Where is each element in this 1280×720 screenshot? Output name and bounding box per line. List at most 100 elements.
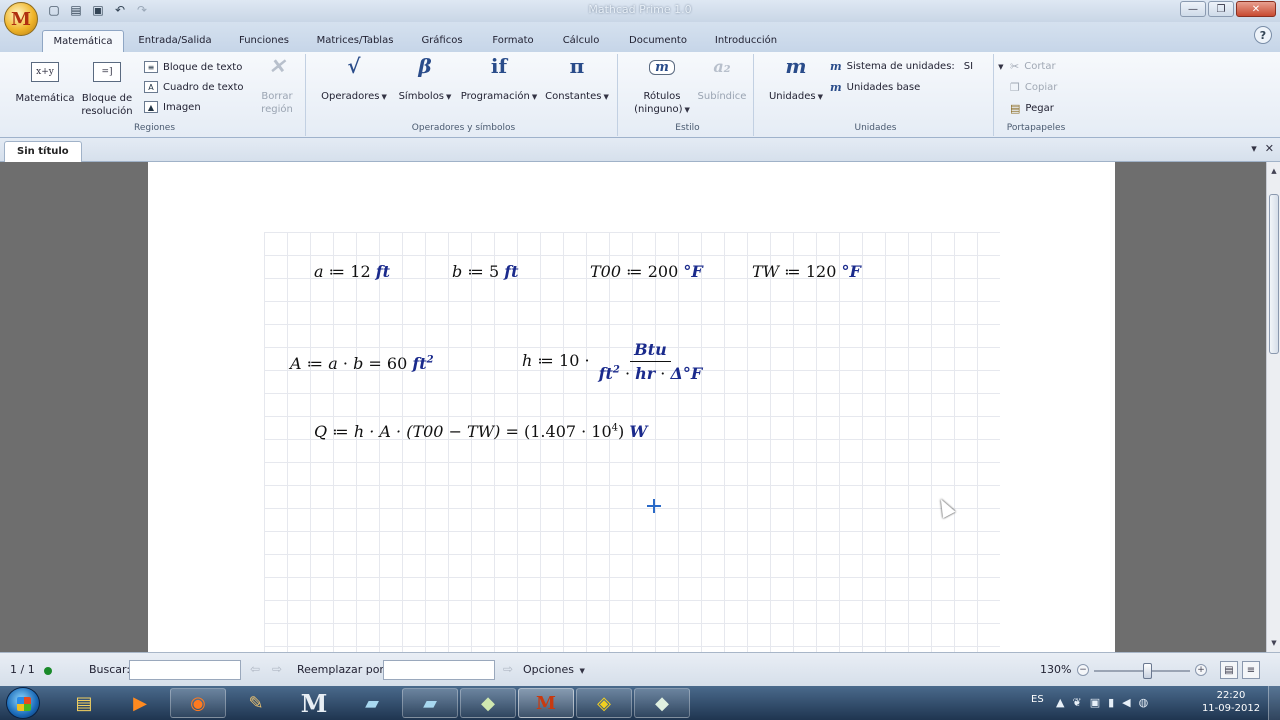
insertion-cursor [646,498,662,514]
equation-h[interactable]: h ≔ 10 · Btu ft2 · hr · Δ°F [522,340,706,383]
subscript-button[interactable]: a₂ Subíndice [694,59,750,103]
tray-expand-icon[interactable]: ▲ [1056,696,1064,709]
symbols-button[interactable]: β Símbolos ▼ [392,56,458,104]
text-box-icon: A [144,81,158,93]
options-dropdown[interactable]: Opciones ▼ [523,663,585,676]
labels-button[interactable]: m Rótulos (ninguno) ▼ [628,60,696,117]
tray-device-icon[interactable]: ▣ [1090,696,1100,709]
page-view-icon[interactable]: ▤ [1220,661,1238,679]
group-label-regiones: Regiones [133,123,176,133]
notepad-icon[interactable]: ▰ [344,688,400,718]
tray-volume-icon[interactable]: ◀ [1122,696,1130,709]
tray-network-icon[interactable]: ▮ [1108,696,1114,709]
text-block-button[interactable]: ≡ Bloque de texto [144,61,242,73]
sqrt-icon: √ [347,54,361,78]
tray-globe-icon[interactable]: ◍ [1139,696,1149,709]
equation-b[interactable]: b ≔ 5 ft [452,262,519,281]
clock[interactable]: 22:20 11-09-2012 [1196,689,1266,715]
units-m-icon: m [785,54,807,78]
scroll-up-icon[interactable]: ▲ [1268,164,1280,178]
constants-button[interactable]: π Constantes ▼ [542,56,612,104]
media-player-icon[interactable]: ▶ [112,688,168,718]
minimize-button[interactable]: — [1180,1,1206,17]
find-label: Buscar: [89,663,131,676]
paint-icon[interactable]: ✎ [228,688,284,718]
show-desktop-button[interactable] [1268,686,1280,720]
zoom-out-icon[interactable]: − [1077,664,1089,676]
zoom-slider-thumb[interactable] [1142,663,1152,679]
delete-region-button[interactable]: ✕ Borrar región [252,56,302,116]
close-document-icon[interactable]: ✕ [1265,142,1274,155]
copy-button[interactable]: ❐ Copiar [1010,81,1057,94]
language-indicator[interactable]: ES [1031,694,1044,705]
scissors-icon: ✂ [1010,60,1020,73]
remote-icon[interactable]: ◆ [634,688,690,718]
autocad-icon[interactable]: ◆ [460,688,516,718]
group-label-estilo: Estilo [675,123,700,133]
tab-graficos[interactable]: Gráficos [412,30,472,52]
document-tab-strip: Sin título ▾ ✕ [0,138,1280,162]
operators-button[interactable]: √ Operadores ▼ [316,54,392,104]
start-button[interactable] [6,687,40,719]
unit-system-icon: m [830,60,842,73]
find-prev-icon[interactable]: ⇦ [250,662,260,676]
worksheet-area[interactable]: a ≔ 12 ft b ≔ 5 ft T00 ≔ 200 °F TW ≔ 120… [0,162,1266,652]
tray-leaf-icon[interactable]: ❦ [1072,696,1081,709]
tab-list-icon[interactable]: ▾ [1251,142,1257,155]
tab-introduccion[interactable]: Introducción [708,30,784,52]
replace-input[interactable] [383,660,495,680]
matlab-icon[interactable]: ◈ [576,688,632,718]
help-button[interactable]: ? [1254,26,1272,44]
ribbon: x+y Matemática =] Bloque de resolución ≡… [0,52,1280,138]
documents-icon[interactable]: ▰ [402,688,458,718]
programming-button[interactable]: if Programación ▼ [458,54,540,104]
units-button[interactable]: m Unidades ▼ [764,54,828,104]
tab-entrada-salida[interactable]: Entrada/Salida [134,30,216,52]
zoom-in-icon[interactable]: + [1195,664,1207,676]
unit-system-dropdown[interactable]: m Sistema de unidades: SI ▼ [830,60,1003,73]
app-menu-button[interactable]: M [4,2,38,36]
tab-calculo[interactable]: Cálculo [554,30,608,52]
replace-label: Reemplazar por: [297,663,388,676]
firefox-icon[interactable]: ◉ [170,688,226,718]
maximize-button[interactable]: ❐ [1208,1,1234,17]
window-controls: — ❐ ✕ [1180,1,1276,17]
math-region-button[interactable]: x+y Matemática [12,60,78,105]
equation-tw[interactable]: TW ≔ 120 °F [752,262,861,281]
base-units-icon: m [830,81,842,94]
equation-a[interactable]: a ≔ 12 ft [314,262,390,281]
group-unidades: m Unidades ▼ m Sistema de unidades: SI ▼ … [758,54,1003,136]
tab-matrices-tablas[interactable]: Matrices/Tablas [310,30,400,52]
worksheet-grid[interactable] [264,232,1000,652]
vertical-scrollbar[interactable]: ▲ ▼ [1266,162,1280,652]
draft-view-icon[interactable]: ≡ [1242,661,1260,679]
ribbon-tab-row: Matemática Entrada/Salida Funciones Matr… [0,22,1280,52]
tab-matematica[interactable]: Matemática [42,30,124,52]
label-tag-icon: m [628,60,696,86]
tab-funciones[interactable]: Funciones [228,30,300,52]
tab-documento[interactable]: Documento [622,30,694,52]
equation-area[interactable]: A ≔ a · b = 60 ft2 [290,354,434,373]
scrollbar-thumb[interactable] [1269,194,1279,354]
text-box-button[interactable]: A Cuadro de texto [144,81,244,93]
image-button[interactable]: ▲ Imagen [144,101,201,113]
explorer-icon[interactable]: ▤ [56,688,112,718]
scroll-down-icon[interactable]: ▼ [1268,636,1280,650]
mathcad-prime-icon[interactable]: M [518,688,574,718]
solve-block-button[interactable]: =] Bloque de resolución [76,60,138,118]
find-next-icon[interactable]: ⇨ [272,662,282,676]
cut-button[interactable]: ✂ Cortar [1010,60,1056,73]
base-units-button[interactable]: m Unidades base [830,81,920,94]
close-button[interactable]: ✕ [1236,1,1276,17]
replace-icon[interactable]: ⇨ [503,662,513,676]
document-tab[interactable]: Sin título [4,141,82,162]
mathcad-m-icon[interactable]: M [286,688,342,718]
paste-button[interactable]: ▤ Pegar [1010,102,1054,115]
find-input[interactable] [129,660,241,680]
worksheet-page[interactable]: a ≔ 12 ft b ≔ 5 ft T00 ≔ 200 °F TW ≔ 120… [148,162,1115,652]
equation-t00[interactable]: T00 ≔ 200 °F [590,262,703,281]
title-bar: ▢ ▤ ▣ ↶ ↷ Mathcad Prime 1.0 — ❐ ✕ [0,0,1280,22]
equation-q[interactable]: Q ≔ h · A · (T00 − TW) = (1.407 · 104) W [314,422,647,441]
if-icon: if [490,54,508,78]
tab-formato[interactable]: Formato [484,30,542,52]
